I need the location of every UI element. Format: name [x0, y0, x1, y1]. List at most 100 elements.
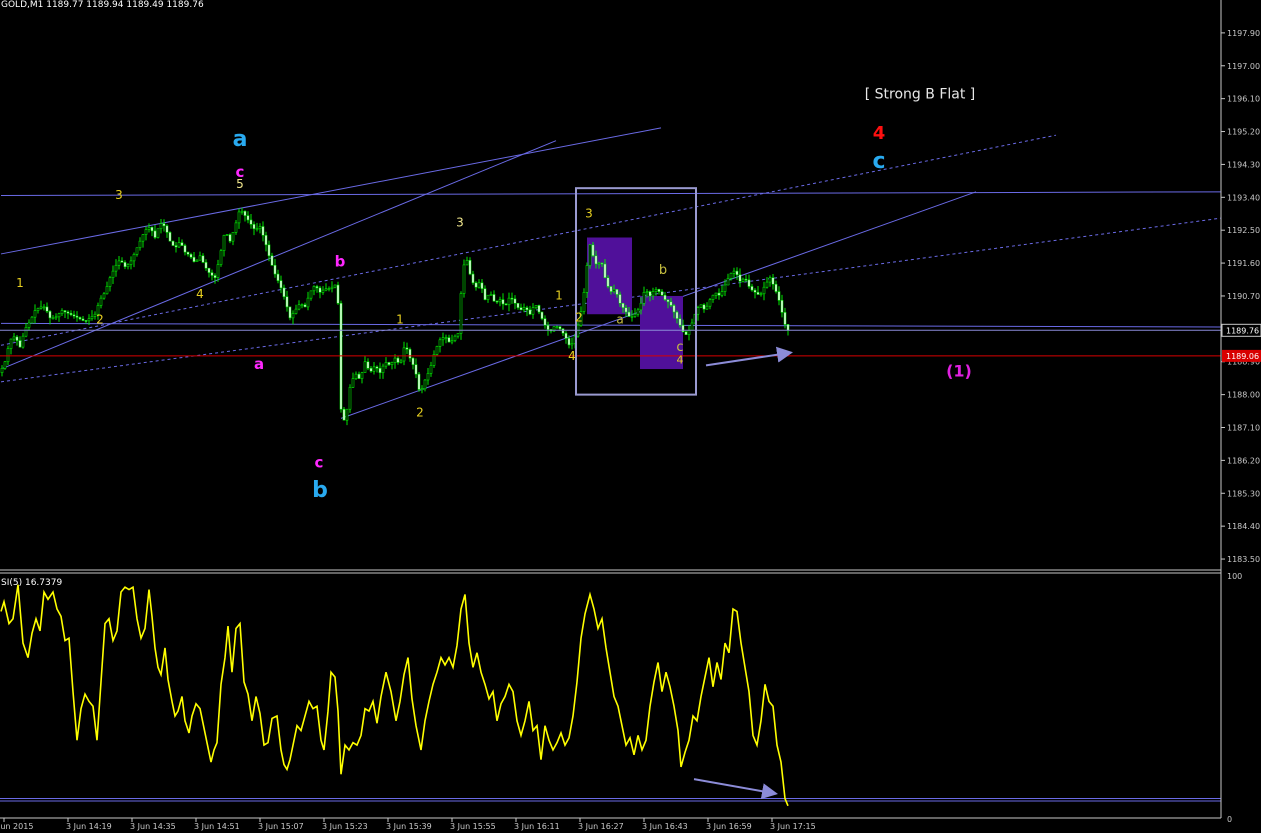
wave-label[interactable]: 3: [456, 216, 464, 230]
wave-label[interactable]: 4: [873, 123, 886, 144]
candle-body: [84, 320, 88, 322]
wave-label[interactable]: 1: [396, 312, 404, 326]
wave-label[interactable]: 5: [236, 177, 244, 191]
candle-body: [630, 316, 634, 318]
wave-label[interactable]: 3: [585, 206, 593, 220]
wave-label[interactable]: 2: [416, 406, 424, 420]
candle-body: [198, 255, 202, 261]
candle-body: [249, 219, 253, 225]
candle-body: [294, 308, 298, 314]
candle-body: [438, 339, 442, 347]
candle-body: [306, 297, 310, 308]
wave-label[interactable]: (1): [946, 361, 972, 380]
candle-body: [186, 251, 190, 255]
indicator-tick-label: 100: [1227, 572, 1242, 581]
candle-body: [78, 317, 82, 320]
candle-body: [405, 347, 409, 350]
candle-body: [741, 278, 745, 282]
candle-body: [63, 310, 67, 313]
candle-body: [357, 373, 361, 379]
wave-label[interactable]: b: [659, 263, 667, 278]
candle-body: [420, 388, 424, 391]
candle-body: [720, 291, 724, 296]
candle-body: [171, 240, 175, 246]
wave-label[interactable]: b: [312, 478, 328, 503]
candle-body: [126, 264, 130, 268]
candle-body: [744, 278, 748, 281]
channel-line-dashed[interactable]: [0, 134, 1057, 346]
candle-body: [255, 228, 259, 231]
wave-label[interactable]: c: [872, 149, 885, 174]
candle-body: [504, 303, 508, 306]
candle-body: [150, 226, 154, 232]
candle-body: [234, 222, 238, 233]
divergence-arrow[interactable]: [705, 346, 793, 367]
indicator-pane[interactable]: [0, 584, 1221, 807]
wave-label[interactable]: 4: [196, 287, 204, 301]
candle-body: [21, 335, 25, 348]
candle-body: [696, 307, 700, 315]
wave-label[interactable]: 2: [96, 312, 104, 326]
candle-body: [57, 313, 61, 318]
candle-body: [210, 272, 214, 276]
wave-label[interactable]: 4: [677, 354, 684, 367]
candle-body: [480, 282, 484, 289]
candle-body: [195, 259, 199, 262]
candle-body: [396, 357, 400, 363]
candle-body: [642, 292, 646, 304]
candle-body: [558, 326, 562, 330]
candle-body: [108, 277, 112, 287]
candle-body: [516, 302, 520, 308]
candle-body: [123, 262, 127, 268]
candle-body: [525, 307, 529, 311]
wave-label[interactable]: a: [233, 127, 248, 152]
wave-label[interactable]: c: [315, 454, 324, 472]
x-tick-label: 3 Jun 16:11: [514, 822, 560, 831]
candle-body: [24, 327, 28, 337]
bid-price-label: 1189.76: [1226, 326, 1259, 335]
wave-label[interactable]: 2: [575, 311, 583, 325]
wave-label[interactable]: 4: [568, 349, 576, 363]
candle-body: [138, 240, 142, 249]
trend-line[interactable]: [0, 140, 557, 370]
candle-body: [471, 273, 475, 284]
candle-body: [735, 270, 739, 276]
candle-body: [348, 387, 352, 410]
candle-body: [609, 286, 613, 292]
level-price-label: 1189.06: [1226, 352, 1259, 361]
wave-label[interactable]: c: [676, 340, 683, 355]
indicator-line: [0, 584, 789, 807]
candle-body: [417, 373, 421, 390]
trend-line[interactable]: [0, 322, 1222, 328]
candle-body: [204, 262, 208, 269]
wave-label[interactable]: a: [254, 355, 264, 373]
candle-body: [777, 291, 781, 301]
annotation-text[interactable]: [ Strong B Flat ]: [865, 87, 976, 103]
wave-label[interactable]: b: [335, 253, 346, 271]
y-tick-label: 1187.10: [1227, 424, 1260, 433]
candle-body: [732, 270, 736, 274]
candle-body: [714, 292, 718, 296]
y-tick-label: 1184.40: [1227, 522, 1260, 531]
candle-body: [120, 260, 124, 263]
candle-body: [702, 304, 706, 310]
price-chart-pane[interactable]: ac53142abcb3121243abc44c(1)[ Strong B Fl…: [0, 87, 1222, 503]
wave-label[interactable]: 3: [115, 188, 123, 202]
candle-body: [231, 232, 235, 242]
trend-line[interactable]: [0, 127, 662, 255]
candle-body: [450, 340, 454, 343]
wave-label[interactable]: 1: [16, 276, 24, 290]
x-tick-label: 3 Jun 15:07: [258, 822, 304, 831]
wave-label[interactable]: a: [616, 312, 623, 326]
indicator-divergence-arrow[interactable]: [693, 778, 778, 800]
candle-body: [375, 366, 379, 369]
candle-body: [18, 340, 22, 348]
candle-body: [246, 215, 250, 221]
candle-body: [705, 305, 709, 310]
trend-line[interactable]: [0, 191, 1222, 196]
candle-body: [444, 337, 448, 339]
candle-body: [180, 242, 184, 246]
candle-body: [3, 361, 7, 369]
candle-body: [282, 287, 286, 297]
wave-label[interactable]: 1: [555, 289, 563, 303]
